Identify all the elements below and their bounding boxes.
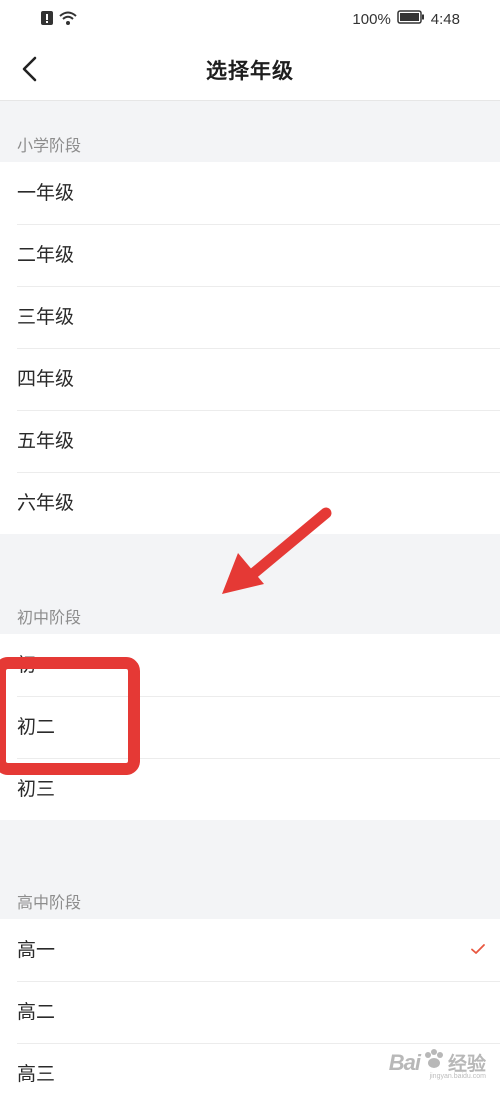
grade-list-primary: 一年级 二年级 三年级 四年级 五年级 六年级 — [0, 162, 500, 534]
battery-percent: 100% — [352, 10, 391, 28]
grade-item-6[interactable]: 六年级 — [0, 472, 500, 534]
status-icons-left — [40, 10, 78, 30]
grade-item-1[interactable]: 一年级 — [0, 162, 500, 224]
grade-item-2[interactable]: 二年级 — [0, 224, 500, 286]
grade-item-junior-3[interactable]: 初三 — [0, 758, 500, 820]
section-label-primary: 小学阶段 — [17, 136, 82, 155]
clock: 4:48 — [430, 10, 460, 28]
paw-icon — [422, 1047, 446, 1076]
grade-item-label: 高一 — [17, 939, 56, 961]
grade-item-senior-2[interactable]: 高二 — [0, 981, 500, 1043]
grade-list-junior: 初一 初二 初三 — [0, 634, 500, 820]
grade-item-5[interactable]: 五年级 — [0, 410, 500, 472]
watermark: Bai 经验 jingyan.baidu.com — [388, 1047, 486, 1080]
section-label-junior: 初中阶段 — [17, 608, 82, 627]
status-bar: 100% 4:48 — [0, 0, 500, 38]
navigation-header: 选择年级 — [0, 38, 500, 101]
checkmark-icon — [471, 944, 485, 954]
grade-item-3[interactable]: 三年级 — [0, 286, 500, 348]
grade-item-junior-1[interactable]: 初一 — [0, 634, 500, 696]
section-label-senior: 高中阶段 — [17, 893, 82, 912]
watermark-url: jingyan.baidu.com — [429, 1073, 486, 1080]
wifi-icon — [58, 10, 78, 30]
notification-icon — [40, 10, 54, 30]
grade-item-senior-1[interactable]: 高一 — [0, 919, 500, 981]
watermark-brand-cn: 经验 — [447, 1054, 486, 1075]
page-title: 选择年级 — [206, 59, 294, 83]
watermark-brand: Bai — [388, 1050, 421, 1075]
battery-icon — [397, 10, 425, 28]
status-icons-right: 100% 4:48 — [352, 10, 460, 28]
grade-list-senior: 高一 高二 高三 — [0, 919, 500, 1105]
grade-item-4[interactable]: 四年级 — [0, 348, 500, 410]
grade-item-junior-2[interactable]: 初二 — [0, 696, 500, 758]
